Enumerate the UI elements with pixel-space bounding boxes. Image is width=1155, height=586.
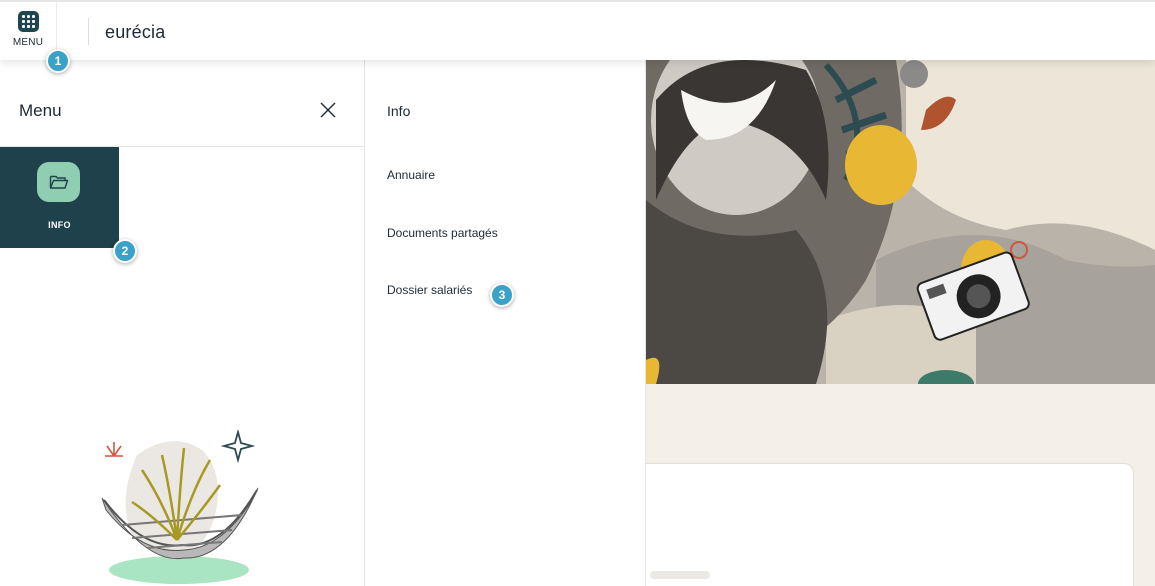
close-icon[interactable] — [318, 100, 338, 120]
apps-grid-icon — [17, 11, 39, 32]
hammock-plant-illustration — [92, 428, 262, 586]
brand-logo[interactable]: eurécia — [105, 22, 165, 43]
hero-banner-image — [646, 60, 1155, 384]
menu-panel-header: Menu — [0, 60, 364, 147]
menu-panel-title: Menu — [19, 101, 62, 120]
callout-badge-2: 2 — [113, 239, 137, 263]
menu-button-label: MENU — [12, 37, 44, 48]
content-placeholder — [650, 571, 710, 579]
submenu-title: Info — [387, 103, 411, 119]
menu-panel: Menu INFO — [0, 60, 365, 586]
menu-tile-label: INFO — [48, 220, 71, 230]
callout-badge-1: 1 — [46, 49, 70, 73]
folder-open-icon — [37, 162, 80, 202]
submenu-panel: Info Annuaire Documents partagés Dossier… — [365, 60, 646, 586]
menu-tile-info[interactable]: INFO — [0, 147, 119, 248]
submenu-item-dossier-salaries[interactable]: Dossier salariés — [387, 283, 472, 297]
top-header: MENU eurécia — [0, 0, 1155, 60]
submenu-item-documents-partages[interactable]: Documents partagés — [387, 226, 498, 240]
submenu-item-annuaire[interactable]: Annuaire — [387, 168, 435, 182]
content-card — [630, 463, 1134, 586]
header-divider — [88, 18, 89, 45]
menu-button[interactable]: MENU — [0, 2, 57, 60]
callout-badge-3: 3 — [490, 283, 514, 307]
